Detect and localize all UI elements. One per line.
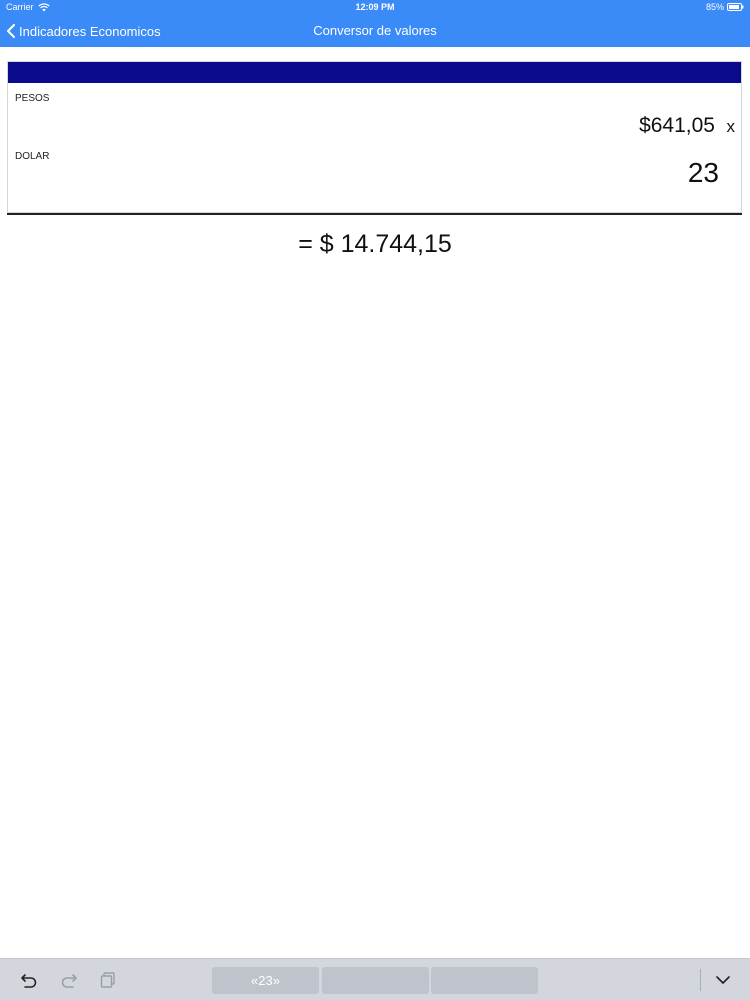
- divider-line: [7, 213, 742, 215]
- keyboard-bar-separator: [700, 969, 701, 991]
- card-header-bar: [8, 62, 741, 83]
- battery-icon: [727, 3, 744, 11]
- suggestion-2[interactable]: [322, 967, 429, 994]
- paste-icon[interactable]: [99, 971, 117, 989]
- undo-icon[interactable]: [20, 971, 38, 989]
- status-right: 85%: [706, 2, 744, 12]
- dolar-amount-input[interactable]: [519, 157, 719, 189]
- suggestion-3[interactable]: [431, 967, 538, 994]
- pesos-value: $641,05: [639, 114, 715, 137]
- page-title: Conversor de valores: [313, 23, 437, 38]
- dolar-label: DOLAR: [15, 151, 50, 162]
- screen: Carrier 12:09 PM 85% Indicadores Economi…: [0, 0, 750, 1000]
- redo-icon[interactable]: [60, 971, 78, 989]
- pesos-label: PESOS: [15, 93, 50, 104]
- suggestion-1[interactable]: «23»: [212, 967, 319, 994]
- conversion-result: = $ 14.744,15: [298, 230, 452, 258]
- battery-percent: 85%: [705, 2, 724, 12]
- status-time: 12:09 PM: [355, 2, 395, 12]
- multiply-sign: x: [726, 117, 736, 136]
- navigation-bar: Carrier 12:09 PM 85% Indicadores Economi…: [0, 0, 750, 47]
- converter-card: PESOS $641,05 x DOLAR: [7, 61, 742, 213]
- keyboard-shortcut-bar: «23»: [0, 958, 750, 1000]
- keyboard-dismiss-icon[interactable]: [714, 971, 732, 989]
